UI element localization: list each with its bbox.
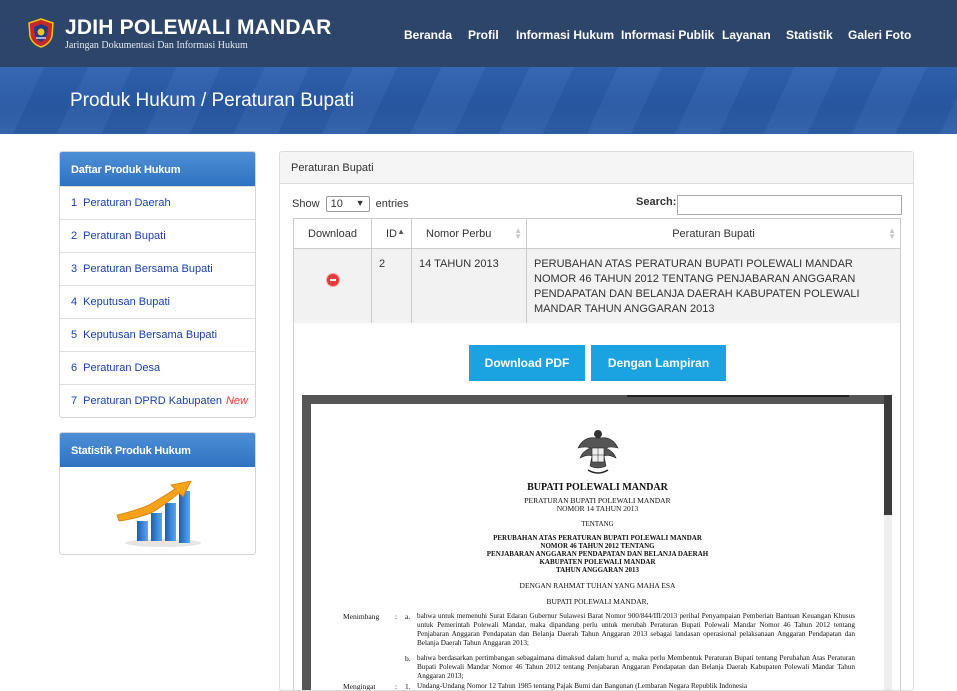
doc-judul: KABUPATEN POLEWALI MANDAR [539, 558, 656, 566]
judul-cell: PERUBAHAN ATAS PERATURAN BUPATI POLEWALI… [526, 248, 901, 326]
header-label: Download [308, 227, 357, 240]
mengingat-label: Mengingat [343, 682, 376, 691]
brand-title[interactable]: JDIH POLEWALI MANDAR [65, 16, 332, 40]
item-label: Keputusan Bersama Bupati [83, 329, 218, 341]
column-header-id[interactable]: ID ▲ [371, 218, 412, 249]
item-label: Peraturan Bupati [83, 230, 166, 242]
item-number: 2 [71, 230, 78, 242]
doc-rahmat: DENGAN RAHMAT TUHAN YANG MAHA ESA [519, 581, 676, 590]
search-label: Search: [636, 196, 677, 208]
item-label: Peraturan Daerah [83, 197, 171, 209]
nav-layanan[interactable]: Layanan [722, 28, 771, 42]
doc-line: NOMOR 14 TAHUN 2013 [556, 504, 639, 513]
item-label: Keputusan Bupati [83, 296, 170, 308]
nav-profil[interactable]: Profil [468, 28, 499, 42]
nomor-cell: 14 TAHUN 2013 [411, 248, 527, 326]
sidebar-item-peraturan-bupati[interactable]: 2 Peraturan Bupati [60, 219, 255, 252]
garuda-emblem-icon [577, 430, 619, 474]
sidebar-item-peraturan-dprd[interactable]: 7 Peraturan DPRD Kabupaten New [60, 384, 255, 417]
doc-judul: NOMOR 46 TAHUN 2012 TENTANG [540, 542, 655, 550]
header-label: ID [386, 227, 397, 240]
show-label: Show [292, 197, 320, 210]
column-header-peraturan[interactable]: Peraturan Bupati ▲ ▼ [526, 218, 901, 249]
point-a-label: a. [405, 612, 411, 621]
page-title: Produk Hukum / Peraturan Bupati [70, 90, 355, 111]
sort-asc-icon: ▲ [397, 227, 405, 236]
header-label: Peraturan Bupati [672, 227, 755, 240]
chevron-down-icon: ▼ [355, 198, 365, 208]
main-panel: Peraturan Bupati Show 10 ▼ entries Search… [279, 151, 914, 691]
header-label: Nomor Perbu [426, 227, 492, 240]
page-length-select[interactable]: 10 ▼ [325, 196, 370, 212]
menimbang-label: Menimbang [343, 612, 380, 621]
doc-heading: BUPATI POLEWALI MANDAR [527, 482, 668, 493]
viewer-scrollbar[interactable] [884, 395, 892, 690]
pdf-page: BUPATI POLEWALI MANDAR PERATURAN BUPATI … [311, 404, 884, 691]
item-number: 3 [71, 263, 78, 275]
sidebar-item-keputusan-bupati[interactable]: 4 Keputusan Bupati [60, 285, 255, 318]
item-label: Peraturan Bersama Bupati [83, 263, 213, 275]
colon: : [395, 612, 398, 621]
nav-galeri-foto[interactable]: Galeri Foto [848, 28, 911, 42]
item-number: 5 [71, 329, 78, 341]
new-badge: New [225, 395, 248, 407]
pdf-viewer[interactable]: BUPATI POLEWALI MANDAR PERATURAN BUPATI … [302, 395, 892, 691]
page-banner: Produk Hukum / Peraturan Bupati [0, 67, 957, 134]
table-row[interactable]: 2 14 TAHUN 2013 PERUBAHAN ATAS PERATURAN… [293, 248, 901, 326]
entries-label: entries [375, 197, 409, 210]
download-pdf-button[interactable]: Download PDF [469, 345, 585, 381]
nav-statistik[interactable]: Statistik [786, 28, 833, 42]
point-1-text: Undang-Undang Nomor 12 Tahun 1985 tentan… [417, 682, 748, 690]
page-length-control: Show 10 ▼ entries [292, 196, 409, 212]
bar-chart-growth-icon[interactable] [115, 475, 205, 549]
minus-circle-icon[interactable] [326, 274, 339, 286]
detail-area: Download PDF Dengan Lampiran BUPATI POLE… [293, 323, 901, 691]
item-number: 6 [71, 362, 78, 374]
sidebar-item-peraturan-desa[interactable]: 6 Peraturan Desa [60, 351, 255, 384]
point-1-label: 1. [405, 682, 411, 691]
sort-both-icon: ▲ ▼ [514, 226, 522, 241]
doc-judul: PERUBAHAN ATAS PERATURAN BUPATI POLEWALI… [493, 534, 702, 542]
product-list-panel: Daftar Produk Hukum 1 Peraturan Daerah 2P… [59, 151, 256, 418]
doc-judul: TAHUN ANGGARAN 2013 [555, 566, 640, 574]
item-label: Peraturan DPRD Kabupaten [83, 395, 222, 407]
sidebar-item-keputusan-bersama-bupati[interactable]: 5 Keputusan Bersama Bupati [60, 318, 255, 351]
sidebar-item-peraturan-daerah[interactable]: 1 Peraturan Daerah [60, 186, 255, 219]
nav-beranda[interactable]: Beranda [404, 28, 452, 42]
doc-tentang: TENTANG [581, 520, 614, 528]
page-length-value: 10 [330, 198, 343, 210]
point-b-text: bahwa berdasarkan pertimbangan sebagaima… [417, 654, 855, 680]
item-number: 1 [71, 197, 78, 209]
viewer-toolbar [627, 395, 849, 397]
statistics-title: Statistik Produk Hukum [60, 433, 255, 467]
item-number: 7 [71, 395, 78, 407]
statistics-panel: Statistik Produk Hukum [59, 432, 256, 555]
regulations-table: Download ID ▲ Nomor Perbu ▲ ▼ Peraturan Bup… [293, 218, 901, 326]
column-header-nomor[interactable]: Nomor Perbu ▲ ▼ [411, 218, 527, 249]
point-a-text: bahwa untuk memenuhi Surat Edaran Gubern… [417, 612, 855, 647]
regency-crest-icon[interactable] [28, 18, 54, 48]
sort-both-icon: ▲ ▼ [888, 226, 896, 241]
download-cell [293, 248, 372, 326]
top-navbar: JDIH POLEWALI MANDAR Jaringan Dokumentas… [0, 0, 957, 67]
sidebar-item-peraturan-bersama-bupati[interactable]: 3 Peraturan Bersama Bupati [60, 252, 255, 285]
product-list-title: Daftar Produk Hukum [60, 152, 255, 186]
brand-subtitle: Jaringan Dokumentasi Dan Informasi Hukum [65, 40, 248, 51]
scrollbar-thumb[interactable] [884, 395, 892, 515]
item-label: Peraturan Desa [83, 362, 161, 374]
nav-informasi-publik[interactable]: Informasi Publik [621, 28, 714, 42]
colon: : [395, 682, 398, 691]
lampiran-button[interactable]: Dengan Lampiran [591, 345, 726, 381]
item-number: 4 [71, 296, 78, 308]
nav-informasi-hukum[interactable]: Informasi Hukum [516, 28, 614, 42]
search-input[interactable] [677, 195, 902, 215]
point-b-label: b. [405, 654, 411, 663]
column-header-download[interactable]: Download [293, 218, 372, 249]
main-panel-title: Peraturan Bupati [280, 152, 913, 184]
doc-bupati: BUPATI POLEWALI MANDAR, [546, 597, 649, 606]
doc-judul: PENJABARAN ANGGARAN PENDAPATAN DAN BELAN… [486, 550, 709, 558]
id-cell: 2 [371, 248, 412, 326]
